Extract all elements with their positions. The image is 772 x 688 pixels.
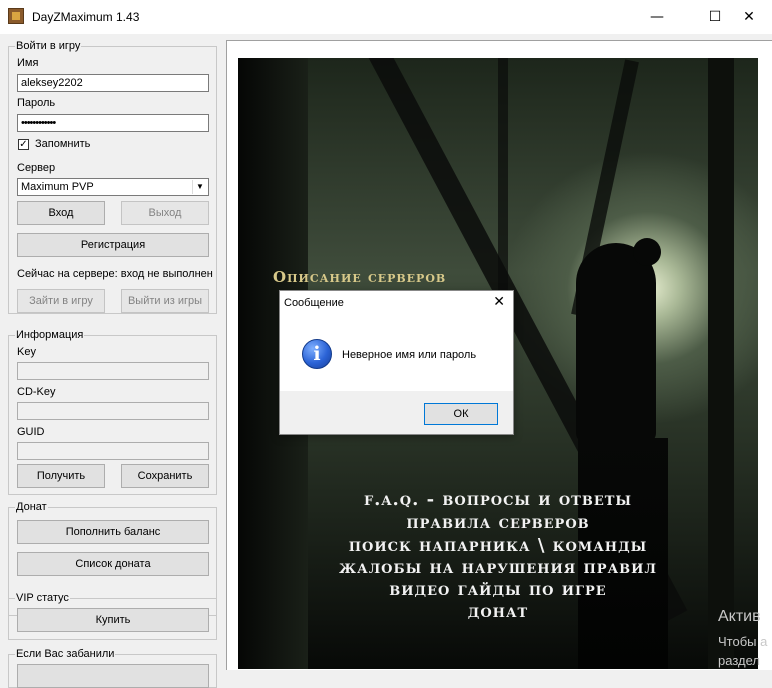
banner-menu-faq[interactable]: F.A.Q. - Вопросы и ответы	[238, 489, 758, 510]
server-select-value: Maximum PVP	[21, 181, 94, 193]
banner-menu-video-guides[interactable]: Видео гайды по игре	[238, 579, 758, 600]
info-icon: i	[302, 339, 332, 369]
dialog-message: Неверное имя или пароль	[342, 349, 477, 361]
banner-menu-complaints[interactable]: Жалобы на нарушения правил	[238, 557, 758, 578]
remember-checkbox[interactable]: ✓	[18, 139, 29, 150]
topup-balance-button[interactable]: Пополнить баланс	[17, 520, 209, 544]
app-icon	[8, 8, 24, 24]
activation-watermark-line3: раздел	[718, 653, 760, 668]
left-panel: Войти в игру Имя aleksey2202 Пароль ••••…	[0, 34, 224, 688]
leave-game-button[interactable]: Выйти из игры	[121, 289, 209, 313]
exit-button[interactable]: Выход	[121, 201, 209, 225]
name-label: Имя	[17, 57, 39, 69]
banner-menu-donate[interactable]: Донат	[238, 601, 758, 622]
banner-menu-rules[interactable]: Правила серверов	[238, 512, 758, 533]
register-button[interactable]: Регистрация	[17, 233, 209, 257]
join-game-button[interactable]: Зайти в игру	[17, 289, 105, 313]
info-legend: Информация	[16, 329, 84, 341]
password-input[interactable]: ••••••••••••	[17, 114, 209, 132]
activation-watermark-title: Актив	[718, 608, 761, 625]
activation-watermark-line2: Чтобы а	[718, 634, 768, 649]
ok-button[interactable]: ОК	[424, 403, 498, 425]
message-dialog: Сообщение ✕ i Неверное имя или пароль ОК	[279, 290, 514, 435]
enter-button[interactable]: Вход	[17, 201, 105, 225]
close-window-button[interactable]: ✕	[726, 0, 772, 34]
guid-label: GUID	[17, 426, 45, 438]
get-button[interactable]: Получить	[17, 464, 105, 488]
key-label: Key	[17, 346, 36, 358]
banned-legend: Если Вас забанили	[16, 648, 115, 660]
name-input[interactable]: aleksey2202	[17, 74, 209, 92]
window-title: DayZMaximum 1.43	[32, 10, 140, 24]
server-select[interactable]: Maximum PVP ▼	[17, 178, 209, 196]
title-bar: DayZMaximum 1.43 — ☐ ✕	[0, 0, 772, 34]
donate-list-button[interactable]: Список доната	[17, 552, 209, 576]
password-label: Пароль	[17, 97, 56, 109]
server-label: Сервер	[17, 162, 56, 174]
key-field[interactable]	[17, 362, 209, 380]
chevron-down-icon[interactable]: ▼	[192, 180, 207, 194]
survivor-silhouette	[576, 243, 656, 443]
donate-legend: Донат	[16, 501, 47, 513]
cdkey-field[interactable]	[17, 402, 209, 420]
guid-field[interactable]	[17, 442, 209, 460]
buy-vip-button[interactable]: Купить	[17, 608, 209, 632]
banned-action-button[interactable]	[17, 664, 209, 688]
cdkey-label: CD-Key	[17, 386, 56, 398]
activation-watermark-text: Чтобы а раздел	[718, 632, 767, 670]
login-legend: Войти в игру	[16, 40, 81, 52]
save-button[interactable]: Сохранить	[121, 464, 209, 488]
dialog-close-button[interactable]: ✕	[493, 294, 505, 310]
dialog-footer: ОК	[280, 391, 513, 434]
banner-menu-team-search[interactable]: Поиск напарника \ команды	[238, 535, 758, 556]
dialog-title: Сообщение	[284, 297, 344, 309]
server-status-text: Сейчас на сервере: вход не выполнен	[17, 268, 213, 280]
vip-legend: VIP статус	[16, 592, 69, 604]
survivor-head	[633, 238, 661, 266]
servers-description-link[interactable]: Описание серверов	[273, 268, 446, 286]
minimize-button[interactable]: —	[634, 0, 680, 34]
remember-label[interactable]: Запомнить	[35, 138, 90, 150]
